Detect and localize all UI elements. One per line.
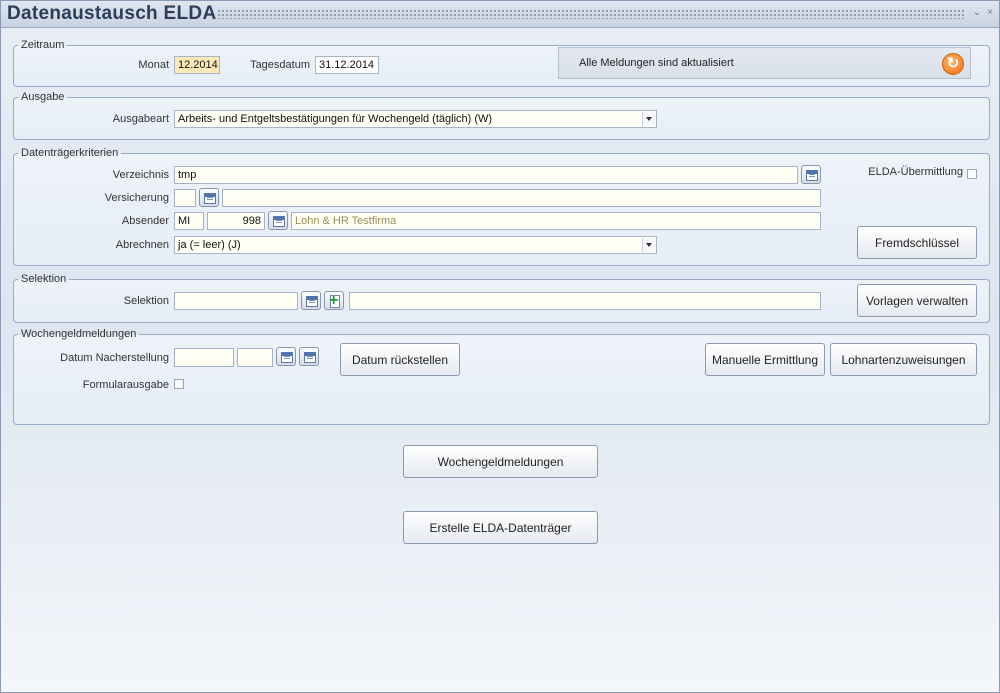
fremdschluessel-button[interactable]: Fremdschlüssel [857, 226, 977, 259]
status-text: Alle Meldungen sind aktualisiert [579, 57, 734, 69]
lohnartenzuweisungen-button[interactable]: Lohnartenzuweisungen [830, 343, 977, 376]
chevron-down-icon[interactable] [642, 238, 655, 252]
verzeichnis-label: Verzeichnis [112, 169, 169, 181]
ausgabe-legend: Ausgabe [21, 91, 65, 103]
datum-from-calendar-icon[interactable] [276, 347, 296, 366]
formularausgabe-checkbox[interactable] [174, 379, 184, 389]
window-title: Datenaustausch ELDA [7, 3, 217, 24]
manuelle-ermittlung-button[interactable]: Manuelle Ermittlung [705, 343, 825, 376]
datentraeger-legend: Datenträgerkriterien [21, 147, 119, 159]
versicherung-code-input[interactable] [174, 189, 196, 207]
chevron-down-icon[interactable] [642, 112, 655, 126]
wochengeld-legend: Wochengeldmeldungen [21, 328, 137, 340]
erstelle-elda-datentraeger-button[interactable]: Erstelle ELDA-Datenträger [403, 511, 598, 544]
wochengeldmeldungen-button[interactable]: Wochengeldmeldungen [403, 445, 598, 478]
zeitraum-legend: Zeitraum [21, 39, 65, 51]
absender-name-field: Lohn & HR Testfirma [291, 212, 821, 230]
versicherung-lookup-icon[interactable] [199, 188, 219, 207]
datum-nacherstellung-label: Datum Nacherstellung [60, 352, 169, 364]
elda-uebermittlung-checkbox[interactable] [967, 169, 977, 179]
selektion-legend: Selektion [21, 273, 67, 285]
verzeichnis-input[interactable]: tmp [174, 166, 798, 184]
monat-input[interactable]: 12.2014 [174, 56, 220, 74]
tagesdatum-input[interactable]: 31.12.2014 [315, 56, 379, 74]
datum-from-input[interactable] [174, 348, 234, 367]
datum-to-input[interactable] [237, 348, 273, 367]
abrechnen-select[interactable]: ja (= leer) (J) [174, 236, 657, 254]
selektion-code-input[interactable] [174, 292, 298, 310]
absender-number-input[interactable]: 998 [207, 212, 265, 230]
title-grip [217, 9, 965, 19]
elda-uebermittlung-label: ELDA-Übermittlung [868, 166, 963, 178]
add-selektion-icon[interactable]: + [324, 291, 344, 310]
absender-label: Absender [121, 215, 169, 227]
abrechnen-label: Abrechnen [115, 239, 169, 251]
status-panel: Alle Meldungen sind aktualisiert [558, 47, 971, 79]
ausgabeart-label: Ausgabeart [112, 113, 169, 125]
absender-lookup-icon[interactable] [268, 211, 288, 230]
selektion-label: Selektion [123, 295, 169, 307]
versicherung-name-input[interactable] [222, 189, 821, 207]
title-bar[interactable]: Datenaustausch ELDA ⌄ × [1, 1, 999, 28]
ausgabeart-value: Arbeits- und Entgeltsbestätigungen für W… [178, 113, 493, 125]
vorlagen-verwalten-button[interactable]: Vorlagen verwalten [857, 284, 977, 317]
datum-rueckstellen-button[interactable]: Datum rückstellen [340, 343, 460, 376]
versicherung-label: Versicherung [104, 192, 169, 204]
minimize-icon[interactable]: ⌄ [971, 6, 983, 20]
close-icon[interactable]: × [984, 6, 996, 20]
refresh-icon[interactable] [942, 53, 964, 75]
monat-label: Monat [138, 59, 169, 71]
selektion-text-input[interactable] [349, 292, 821, 310]
absender-code-input[interactable]: MI [174, 212, 204, 230]
datum-to-calendar-icon[interactable] [299, 347, 319, 366]
ausgabeart-select[interactable]: Arbeits- und Entgeltsbestätigungen für W… [174, 110, 657, 128]
formularausgabe-label: Formularausgabe [82, 379, 169, 391]
folder-browse-icon[interactable] [801, 165, 821, 184]
elda-window: Datenaustausch ELDA ⌄ × Zeitraum Monat 1… [0, 0, 1000, 693]
abrechnen-value: ja (= leer) (J) [178, 239, 241, 251]
selektion-lookup-icon[interactable] [301, 291, 321, 310]
tagesdatum-label: Tagesdatum [250, 59, 310, 71]
